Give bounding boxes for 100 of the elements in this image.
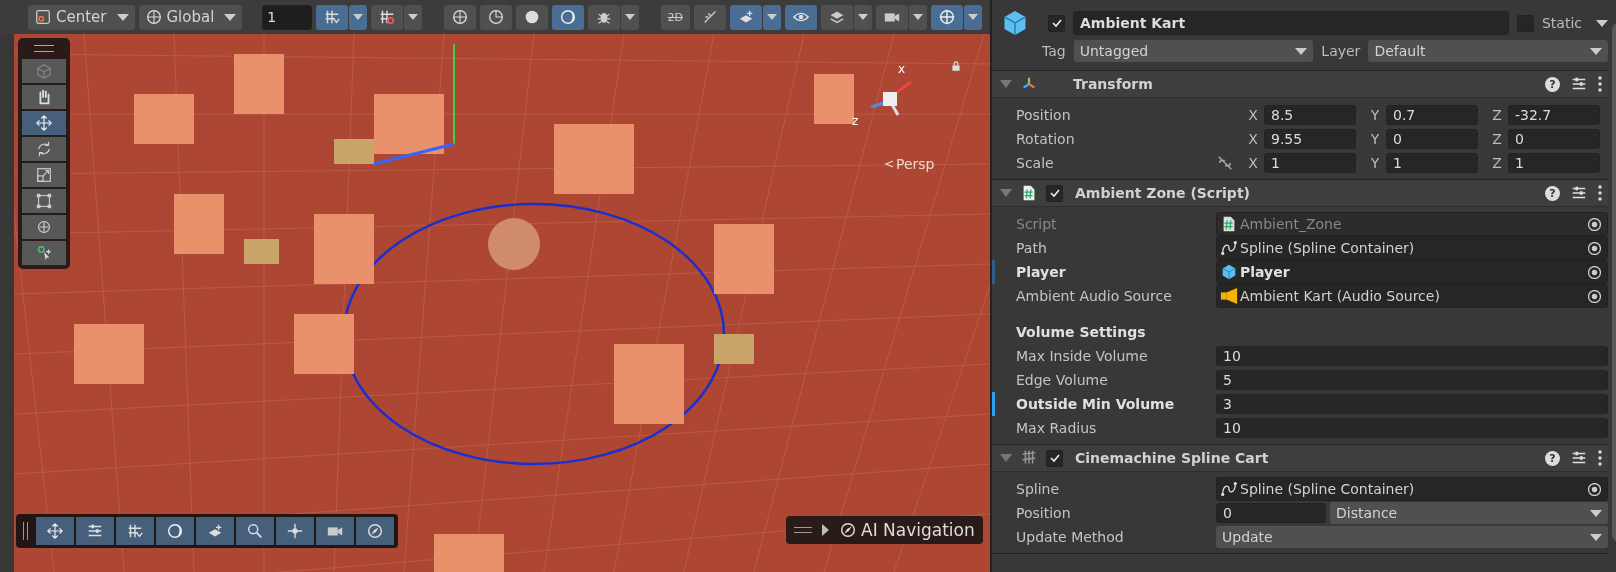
transform-tool-button[interactable] bbox=[22, 215, 66, 239]
search-overlay-button[interactable] bbox=[236, 517, 274, 545]
vector-field[interactable]: 0 bbox=[1508, 129, 1600, 149]
gizmo-toggle[interactable] bbox=[931, 4, 963, 30]
mode2d-toggle[interactable]: 2D bbox=[660, 4, 690, 30]
solid-toggle[interactable] bbox=[515, 4, 548, 30]
drag-handle[interactable] bbox=[23, 522, 28, 540]
camera-toggle[interactable] bbox=[876, 4, 908, 30]
object-picker-icon[interactable] bbox=[1588, 289, 1601, 303]
enabled-checkbox[interactable] bbox=[1046, 449, 1063, 467]
light-toggle[interactable] bbox=[694, 4, 726, 30]
rect-tool-button[interactable] bbox=[22, 189, 66, 213]
grid-size-field[interactable]: 1 bbox=[262, 4, 313, 30]
snap-toggle[interactable] bbox=[371, 4, 404, 30]
rotate-icon bbox=[35, 140, 53, 158]
object-picker-icon[interactable] bbox=[1588, 265, 1601, 279]
number-field[interactable]: 10 bbox=[1216, 418, 1608, 438]
update-method-dropdown[interactable]: Update bbox=[1216, 526, 1608, 548]
fx-toggle[interactable] bbox=[730, 4, 762, 30]
object-field[interactable]: Spline (Spline Container) bbox=[1216, 236, 1608, 260]
axis-label[interactable]: z bbox=[852, 114, 859, 128]
vector-field[interactable]: 1 bbox=[1508, 153, 1600, 173]
help-icon[interactable]: ? bbox=[1545, 450, 1560, 466]
sliders-overlay-button[interactable] bbox=[76, 517, 114, 545]
dropdown-caret-button[interactable] bbox=[854, 4, 872, 30]
unlinked-scale-icon[interactable] bbox=[1216, 154, 1234, 172]
more-icon[interactable] bbox=[1598, 450, 1602, 466]
enabled-checkbox[interactable] bbox=[1046, 184, 1063, 202]
vector-field[interactable]: 9.55 bbox=[1264, 129, 1356, 149]
grid-overlay-button[interactable] bbox=[116, 517, 154, 545]
grid-toggle[interactable] bbox=[316, 4, 349, 30]
dropdown-caret-button[interactable] bbox=[620, 4, 639, 30]
unit-dropdown[interactable]: Distance bbox=[1330, 502, 1608, 524]
drag-handle[interactable] bbox=[794, 527, 812, 533]
dropdown-caret-button[interactable] bbox=[909, 4, 927, 30]
foldout-arrow-icon[interactable] bbox=[1000, 454, 1012, 462]
number-field[interactable]: 10 bbox=[1216, 346, 1608, 366]
drag-handle[interactable] bbox=[34, 45, 54, 52]
field-label: Position bbox=[1016, 107, 1072, 123]
foldout-arrow-icon[interactable] bbox=[1000, 189, 1012, 197]
dropdown-caret-button[interactable] bbox=[964, 4, 982, 30]
object-field[interactable]: Ambient Kart (Audio Source) bbox=[1216, 284, 1608, 308]
move-overlay-button[interactable] bbox=[36, 517, 74, 545]
move-tool-button[interactable] bbox=[22, 111, 66, 135]
field-label: Max Inside Volume bbox=[1016, 348, 1149, 364]
camera-overlay-button[interactable] bbox=[316, 517, 354, 545]
help-icon[interactable]: ? bbox=[1545, 185, 1560, 201]
moon-toggle[interactable] bbox=[551, 4, 584, 30]
number-field[interactable]: 3 bbox=[1216, 394, 1608, 414]
active-checkbox[interactable] bbox=[1048, 14, 1065, 32]
number-field[interactable]: 0 bbox=[1216, 503, 1326, 523]
more-icon[interactable] bbox=[1598, 185, 1602, 201]
component-header[interactable]: Transform ? bbox=[992, 71, 1608, 98]
object-name-field[interactable]: Ambient Kart bbox=[1073, 11, 1509, 35]
foldout-arrow-icon[interactable] bbox=[1000, 80, 1012, 88]
bug-toggle[interactable] bbox=[587, 4, 620, 30]
object-field[interactable]: Player bbox=[1216, 260, 1608, 284]
caret-icon bbox=[1590, 533, 1602, 541]
rotate-tool-button[interactable] bbox=[22, 137, 66, 161]
dropdown-caret-button[interactable] bbox=[763, 4, 781, 30]
lock-icon[interactable] bbox=[950, 60, 962, 72]
search-icon bbox=[246, 522, 264, 540]
vector-field[interactable]: 0 bbox=[1386, 129, 1478, 149]
vector-field[interactable]: 1 bbox=[1264, 153, 1356, 173]
layers-toggle[interactable] bbox=[821, 4, 853, 30]
moon-overlay-button[interactable] bbox=[156, 517, 194, 545]
wire-toggle[interactable] bbox=[479, 4, 512, 30]
pivot-dropdown[interactable]: Center bbox=[28, 4, 135, 30]
axis-label[interactable]: x bbox=[898, 62, 906, 76]
hand-tool-button[interactable] bbox=[22, 85, 66, 109]
vector-field[interactable]: -32.7 bbox=[1508, 105, 1600, 125]
layer-dropdown[interactable]: Default bbox=[1368, 40, 1608, 62]
vector-field[interactable]: 1 bbox=[1386, 153, 1478, 173]
checkmark-icon bbox=[1048, 187, 1061, 199]
component-header[interactable]: Ambient Zone (Script) ? bbox=[992, 180, 1608, 207]
component-header[interactable]: Cinemachine Spline Cart ? bbox=[992, 445, 1608, 472]
object-picker-icon[interactable] bbox=[1588, 482, 1601, 496]
help-icon[interactable]: ? bbox=[1545, 76, 1560, 92]
compass-icon bbox=[839, 521, 857, 539]
fx-overlay-button[interactable] bbox=[196, 517, 234, 545]
tag-dropdown[interactable]: Untagged bbox=[1073, 40, 1314, 62]
scale-tool-button[interactable] bbox=[22, 163, 66, 187]
expand-arrow-icon[interactable] bbox=[822, 524, 829, 536]
compass-overlay-button[interactable] bbox=[356, 517, 394, 545]
projection-toggle[interactable]: Persp bbox=[884, 156, 935, 172]
globe-toggle[interactable] bbox=[443, 4, 476, 30]
object-picker-icon[interactable] bbox=[1588, 241, 1601, 255]
nodes-overlay-button[interactable] bbox=[276, 517, 314, 545]
space-dropdown[interactable]: Global bbox=[138, 4, 243, 30]
vector-field[interactable]: 8.5 bbox=[1264, 105, 1356, 125]
scene-viewport[interactable]: x z Persp AI Navigation bbox=[0, 34, 990, 572]
custom-tool-button[interactable] bbox=[22, 241, 66, 265]
vector-field[interactable]: 0.7 bbox=[1386, 105, 1478, 125]
dropdown-caret-button[interactable] bbox=[404, 4, 423, 30]
eye-toggle[interactable] bbox=[785, 4, 817, 30]
dropdown-caret-button[interactable] bbox=[349, 4, 368, 30]
axis-label: Z bbox=[1491, 131, 1503, 147]
more-icon[interactable] bbox=[1598, 76, 1602, 92]
number-field[interactable]: 5 bbox=[1216, 370, 1608, 390]
object-field[interactable]: Spline (Spline Container) bbox=[1216, 477, 1608, 501]
